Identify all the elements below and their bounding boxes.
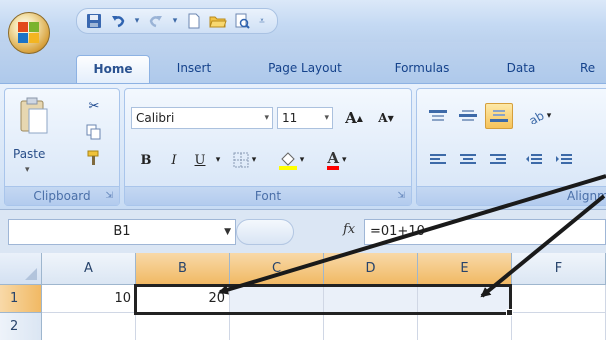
font-name-select[interactable]: Calibri ▾ [131, 107, 273, 129]
cell-d1[interactable] [324, 285, 418, 313]
svg-text:ab: ab [527, 108, 547, 124]
decrease-indent-button[interactable] [521, 149, 547, 171]
ribbon: Paste ▾ ✂ Clipboard ⇲ Calibri ▾ 11 ▾ A ▲ A ▼… [0, 83, 606, 209]
fill-handle[interactable] [506, 309, 513, 316]
paste-icon[interactable] [19, 97, 49, 134]
font-group-label: Font [125, 186, 411, 205]
fill-bucket-icon [278, 152, 297, 170]
chevron-down-icon: ▾ [324, 113, 329, 123]
insert-function-button[interactable]: fx [343, 222, 355, 237]
column-header-e[interactable]: E [418, 253, 512, 285]
alignment-group-label: Alignm [417, 186, 606, 205]
column-header-f[interactable]: F [512, 253, 606, 285]
cell-b1[interactable]: 20 [136, 285, 230, 313]
align-left-button[interactable] [425, 149, 451, 171]
underline-button[interactable]: U [189, 149, 211, 171]
copy-icon[interactable] [85, 123, 103, 141]
orientation-button[interactable]: ab ▾ [521, 105, 557, 127]
font-color-button[interactable]: A ▾ [317, 149, 357, 171]
formula-input[interactable]: =01+10 [364, 219, 606, 245]
fill-color-button[interactable]: ▾ [271, 149, 311, 171]
format-painter-icon[interactable] [85, 149, 103, 167]
chevron-down-icon: ▾ [264, 113, 269, 123]
alignment-group: ab ▾ Alignm [416, 88, 606, 206]
tab-page-layout[interactable]: Page Layout [250, 55, 360, 83]
underline-dropdown-icon[interactable]: ▾ [213, 149, 223, 171]
clipboard-group: Paste ▾ ✂ Clipboard ⇲ [4, 88, 120, 206]
column-header-c[interactable]: C [230, 253, 324, 285]
font-launcher-icon[interactable]: ⇲ [397, 191, 405, 201]
align-top-button[interactable] [425, 105, 451, 127]
name-box[interactable]: B1 ▼ [8, 219, 236, 245]
cell-c2[interactable] [230, 313, 324, 340]
increase-indent-button[interactable] [551, 149, 577, 171]
cell-a2[interactable] [42, 313, 136, 340]
office-logo-icon [18, 22, 40, 44]
select-all-button[interactable] [0, 253, 42, 285]
cell-a1[interactable]: 10 [42, 285, 136, 313]
tab-insert[interactable]: Insert [164, 55, 224, 83]
align-middle-button[interactable] [455, 105, 481, 127]
align-bottom-button[interactable] [485, 103, 513, 129]
cell-d2[interactable] [324, 313, 418, 340]
tab-review[interactable]: Re [580, 55, 606, 83]
office-button[interactable] [8, 12, 50, 54]
cell-f1[interactable] [512, 285, 606, 313]
italic-button[interactable]: I [163, 149, 185, 171]
column-header-a[interactable]: A [42, 253, 136, 285]
row-header-1[interactable]: 1 [0, 285, 42, 313]
title-bar: ▾ ▾ ⩡ [0, 0, 606, 42]
align-center-button[interactable] [455, 149, 481, 171]
formula-bar: B1 ▼ fx =01+10 [0, 209, 606, 253]
quick-access-toolbar: ▾ ▾ ⩡ [76, 8, 278, 34]
tab-formulas[interactable]: Formulas [382, 55, 462, 83]
bold-button[interactable]: B [135, 149, 157, 171]
tab-data[interactable]: Data [496, 55, 546, 83]
cell-f2[interactable] [512, 313, 606, 340]
cut-icon[interactable]: ✂ [85, 97, 103, 115]
undo-icon[interactable] [109, 12, 127, 30]
column-header-b[interactable]: B [136, 253, 230, 285]
cell-c1[interactable] [230, 285, 324, 313]
customize-qat-icon[interactable]: ⩡ [257, 12, 267, 30]
paste-button[interactable]: Paste [13, 147, 45, 161]
open-folder-icon[interactable] [209, 12, 227, 30]
formula-bar-expander[interactable] [236, 219, 294, 245]
ribbon-tab-bar: Home Insert Page Layout Formulas Data Re [0, 42, 606, 84]
borders-button[interactable]: ▾ [229, 149, 259, 171]
redo-icon[interactable] [147, 12, 165, 30]
grow-font-button[interactable]: A ▲ [339, 107, 369, 129]
paste-dropdown-icon[interactable]: ▾ [25, 165, 30, 175]
clipboard-group-label: Clipboard [5, 186, 119, 205]
font-group: Calibri ▾ 11 ▾ A ▲ A ▼ B I U ▾ ▾ ▾ A ▾ Font … [124, 88, 412, 206]
shrink-font-button[interactable]: A ▼ [371, 107, 401, 129]
cell-b2[interactable] [136, 313, 230, 340]
save-icon[interactable] [85, 12, 103, 30]
qat-dropdown-icon[interactable]: ▾ [171, 12, 179, 30]
cell-e1[interactable] [418, 285, 512, 313]
cell-e2[interactable] [418, 313, 512, 340]
clipboard-launcher-icon[interactable]: ⇲ [105, 191, 113, 201]
column-header-d[interactable]: D [324, 253, 418, 285]
chevron-down-icon: ▼ [224, 227, 231, 237]
align-right-button[interactable] [485, 149, 511, 171]
row-header-2[interactable]: 2 [0, 313, 42, 340]
qat-dropdown-icon[interactable]: ▾ [133, 12, 141, 30]
print-preview-icon[interactable] [233, 12, 251, 30]
new-document-icon[interactable] [185, 12, 203, 30]
tab-home[interactable]: Home [76, 55, 150, 83]
borders-icon [233, 152, 249, 168]
font-size-select[interactable]: 11 ▾ [277, 107, 333, 129]
worksheet-grid: A B C D E F 1 2 10 20 [0, 253, 606, 340]
